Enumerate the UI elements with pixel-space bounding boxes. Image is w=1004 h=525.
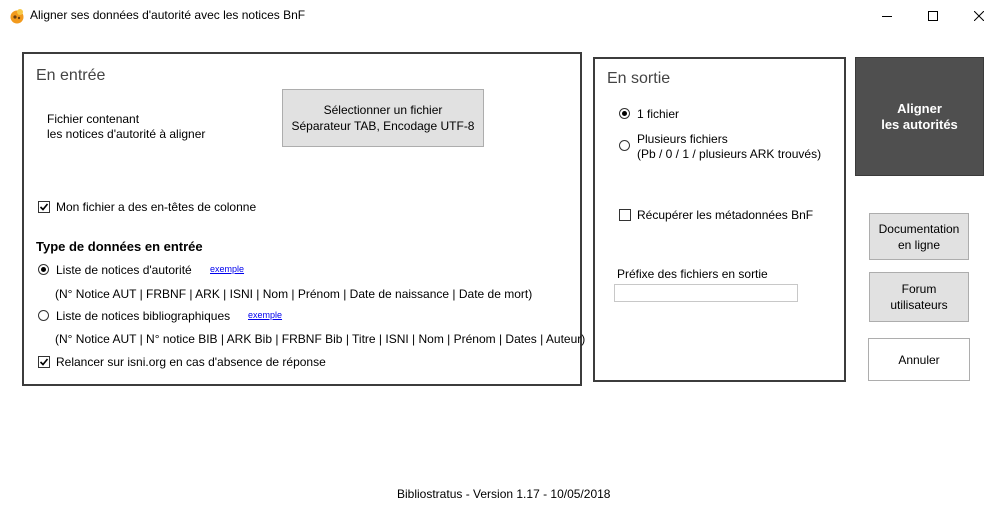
radio-authority-records[interactable] [38,264,49,275]
checkmark-icon [39,203,49,211]
align-button-line1: Aligner [897,100,942,116]
minimize-button[interactable] [864,0,910,31]
forum-button[interactable]: Forum utilisateurs [869,272,969,322]
close-icon [974,10,984,21]
input-panel-title: En entrée [36,67,106,84]
authority-columns-hint: (N° Notice AUT | FRBNF | ARK | ISNI | No… [55,287,533,301]
forum-button-line2: utilisateurs [890,298,948,312]
maximize-button[interactable] [910,0,956,31]
radio-multiple-files[interactable] [619,140,630,151]
headers-checkbox-label: Mon fichier a des en-têtes de colonne [56,200,257,214]
radio-authority-records-label: Liste de notices d'autorité [56,263,192,277]
cancel-button-label: Annuler [898,352,940,367]
radio-multiple-files-label: Plusieurs fichiers [637,132,728,146]
checkmark-icon [39,358,49,366]
output-panel-title: En sortie [607,70,671,87]
forum-button-line1: Forum [901,282,937,296]
headers-checkbox[interactable] [38,201,50,213]
radio-bibliographic-records[interactable] [38,310,49,321]
app-icon [10,9,24,24]
metadata-checkbox[interactable] [619,209,631,221]
minimize-icon [882,15,892,17]
example-link-authority[interactable]: exemple [210,264,244,274]
maximize-icon [928,10,938,21]
align-authorities-button[interactable]: Aligner les autorités [855,57,984,176]
radio-bibliographic-records-label: Liste de notices bibliographiques [56,309,231,323]
file-label-line1: Fichier contenant [47,112,140,126]
radio-single-file-label: 1 fichier [637,107,680,121]
file-label-line2: les notices d'autorité à aligner [47,127,206,141]
close-button[interactable] [956,0,1002,31]
prefix-input[interactable] [614,284,798,302]
input-type-heading: Type de données en entrée [36,239,203,254]
align-button-line2: les autorités [881,116,958,132]
metadata-checkbox-label: Récupérer les métadonnées BnF [637,208,814,222]
radio-multiple-files-hint: (Pb / 0 / 1 / plusieurs ARK trouvés) [637,147,822,161]
select-file-button-line2: Séparateur TAB, Encodage UTF-8 [291,119,475,133]
window-title: Aligner ses données d'autorité avec les … [30,8,306,22]
bibliographic-columns-hint: (N° Notice AUT | N° notice BIB | ARK Bib… [55,332,586,346]
isni-retry-checkbox[interactable] [38,356,50,368]
version-footer: Bibliostratus - Version 1.17 - 10/05/201… [397,487,611,501]
prefix-label: Préfixe des fichiers en sortie [617,267,768,281]
example-link-bibliographic[interactable]: exemple [248,310,282,320]
cancel-button[interactable]: Annuler [868,338,970,381]
documentation-button-line2: en ligne [897,237,941,252]
select-file-button[interactable]: Sélectionner un fichier Séparateur TAB, … [282,89,484,147]
documentation-button[interactable]: Documentation en ligne [869,213,969,260]
isni-retry-checkbox-label: Relancer sur isni.org en cas d'absence d… [56,355,326,369]
documentation-button-line1: Documentation [878,221,960,236]
radio-single-file[interactable] [619,108,630,119]
select-file-button-line1: Sélectionner un fichier [323,103,443,117]
title-bar: Aligner ses données d'autorité avec les … [0,0,1004,31]
